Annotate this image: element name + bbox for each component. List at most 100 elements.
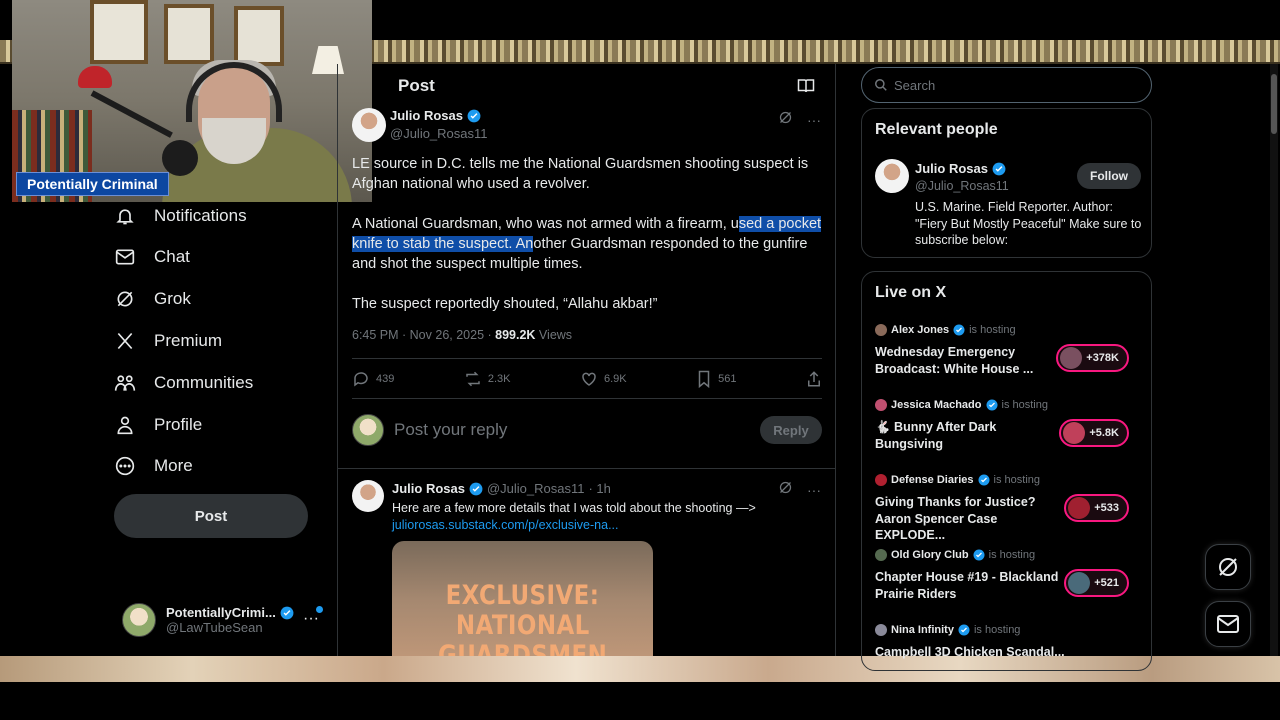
avatar — [1063, 422, 1086, 444]
account-name-text: PotentiallyCrimi... — [166, 605, 276, 620]
search-bar[interactable] — [861, 67, 1152, 103]
person-name: Julio Rosas — [915, 161, 1006, 176]
wall-frame — [164, 4, 214, 64]
share-action[interactable] — [806, 370, 822, 388]
live-host: Alex Jones is hosting — [875, 322, 1141, 338]
card-headline-line: EXCLUSIVE: — [445, 580, 600, 611]
search-icon — [875, 79, 887, 91]
tweet-text-segment: A National Guardsman, who was not armed … — [352, 216, 739, 232]
tweet-paragraph: A National Guardsman, who was not armed … — [352, 214, 822, 274]
sidebar-item-label: Communities — [154, 373, 254, 392]
envelope-icon — [114, 246, 136, 268]
listener-count[interactable]: +5.8K — [1059, 419, 1129, 447]
avatar — [1060, 347, 1083, 369]
live-host: Jessica Machado is hosting — [875, 397, 1141, 413]
divider — [338, 468, 835, 469]
article-card-image[interactable]: EXCLUSIVE: NATIONAL GUARDSMEN — [392, 541, 653, 656]
reply-author-name[interactable]: Julio Rosas — [392, 481, 465, 496]
listener-count[interactable]: +521 — [1064, 569, 1129, 597]
author-avatar[interactable] — [352, 108, 386, 142]
reply-age: · 1h — [588, 481, 611, 496]
bookmark-count: 561 — [718, 373, 737, 385]
count-text: +521 — [1094, 577, 1119, 589]
sidebar-item-chat[interactable]: Chat — [114, 239, 190, 275]
live-item[interactable]: Defense Diaries is hosting Giving Thanks … — [875, 472, 1141, 542]
account-switcher[interactable]: PotentiallyCrimi... @LawTubeSean ··· — [122, 600, 327, 640]
avatar — [1068, 497, 1091, 519]
views-label: Views — [535, 328, 573, 342]
card-headline-line: GUARDSMEN — [437, 640, 608, 657]
avatar — [1068, 572, 1091, 594]
sidebar-item-label: More — [154, 456, 193, 475]
sidebar-item-premium[interactable]: Premium — [114, 323, 222, 359]
bookmark-action[interactable]: 561 — [696, 370, 737, 388]
reply-icon — [354, 372, 368, 387]
relevant-people-panel: Relevant people Julio Rosas @Julio_Rosas… — [861, 108, 1152, 258]
author-name: Julio Rosas — [390, 108, 463, 123]
reader-mode-icon[interactable] — [797, 78, 815, 99]
more-dots-icon[interactable]: ··· — [303, 610, 319, 628]
microphone — [162, 140, 198, 176]
live-title: Giving Thanks for Justice? Aaron Spencer… — [875, 495, 1036, 542]
sidebar-item-communities[interactable]: Communities — [114, 365, 253, 401]
reply-top-actions: ··· — [778, 480, 821, 500]
count-text: +533 — [1094, 502, 1119, 514]
verified-badge-icon — [280, 606, 294, 619]
sidebar-item-profile[interactable]: Profile — [114, 407, 202, 443]
wall-frame — [90, 0, 148, 64]
tweet-paragraph: The suspect reportedly shouted, “Allahu … — [352, 296, 658, 312]
grok-icon[interactable] — [778, 110, 793, 130]
listener-count[interactable]: +378K — [1056, 344, 1129, 372]
more-dots-icon[interactable]: ··· — [807, 112, 821, 128]
person-bio: U.S. Marine. Field Reporter. Author: "Fi… — [915, 200, 1142, 247]
repost-action[interactable]: 2.3K — [464, 370, 511, 388]
x-logo-icon — [114, 330, 136, 352]
live-item[interactable]: Nina Infinity is hosting Campbell 3D Chic… — [875, 622, 1141, 682]
search-input[interactable] — [894, 77, 1134, 93]
grok-icon[interactable] — [778, 480, 793, 500]
page-header: Post — [338, 64, 835, 108]
reply-action[interactable]: 439 — [352, 370, 394, 388]
people-icon — [114, 372, 136, 394]
verified-badge-icon — [953, 324, 965, 336]
live-item[interactable]: Jessica Machado is hosting 🐇 Bunny After … — [875, 397, 1141, 457]
hosting-label: is hosting — [969, 324, 1016, 336]
reply-button[interactable]: Reply — [760, 416, 822, 444]
live-item[interactable]: Alex Jones is hosting Wednesday Emergency… — [875, 322, 1141, 382]
reply-header: Julio Rosas @Julio_Rosas11 · 1h — [392, 481, 611, 496]
listener-count[interactable]: +533 — [1064, 494, 1129, 522]
sidebar-item-label: Notifications — [154, 206, 247, 225]
stream-name-label: Potentially Criminal — [16, 172, 169, 196]
like-action[interactable]: 6.9K — [580, 370, 627, 388]
notification-dot — [316, 606, 323, 613]
scrollbar[interactable] — [1270, 64, 1278, 656]
live-host: Old Glory Club is hosting — [875, 547, 1141, 563]
reply-input[interactable]: Post your reply — [394, 420, 760, 440]
grok-float-button[interactable] — [1205, 544, 1251, 590]
post-button[interactable]: Post — [114, 494, 308, 538]
views-count: 899.2K — [495, 328, 536, 342]
count-text: +5.8K — [1089, 427, 1119, 439]
messages-float-button[interactable] — [1205, 601, 1251, 647]
panel-title: Relevant people — [875, 121, 998, 138]
live-item[interactable]: Old Glory Club is hosting Chapter House #… — [875, 547, 1141, 607]
scrollbar-thumb[interactable] — [1271, 74, 1277, 134]
bell-icon — [114, 205, 136, 227]
reply-author-avatar[interactable] — [352, 480, 384, 512]
follow-button[interactable]: Follow — [1077, 163, 1141, 189]
webcam-overlay: Potentially Criminal — [12, 0, 372, 202]
sidebar-item-notifications[interactable]: Notifications — [114, 198, 247, 234]
sidebar-item-label: Profile — [154, 415, 203, 434]
main-column: Post Julio Rosas @Julio_Rosas11 ··· LE s… — [337, 64, 836, 656]
reply-link[interactable]: juliorosas.substack.com/p/exclusive-na..… — [392, 517, 756, 534]
sidebar-item-grok[interactable]: Grok — [114, 281, 191, 317]
tweet-author[interactable]: Julio Rosas @Julio_Rosas11 — [390, 108, 488, 141]
more-dots-icon[interactable]: ··· — [807, 482, 821, 498]
live-host: Nina Infinity is hosting — [875, 622, 1141, 638]
tweet-timestamp[interactable]: 6:45 PM · Nov 26, 2025 · — [352, 328, 495, 342]
sidebar-item-more[interactable]: More — [114, 448, 193, 484]
person-icon — [114, 414, 136, 436]
avatar[interactable] — [875, 159, 909, 193]
live-on-x-panel: Live on X Alex Jones is hosting Wednesday… — [861, 271, 1152, 671]
account-handle: @LawTubeSean — [166, 620, 263, 635]
